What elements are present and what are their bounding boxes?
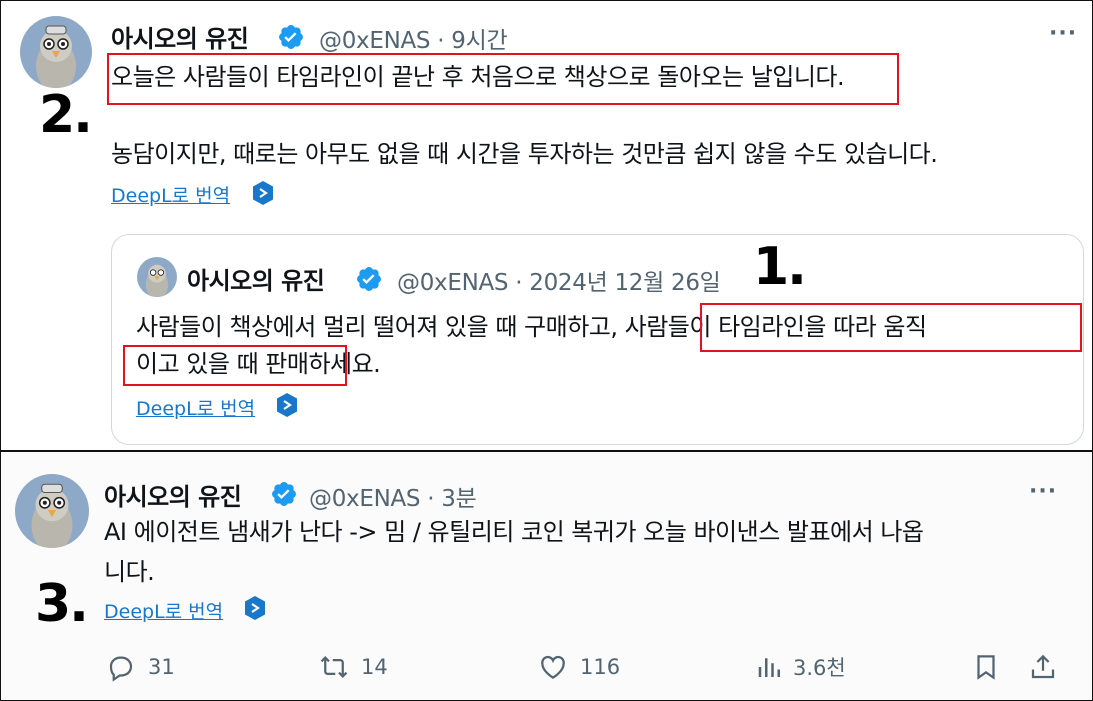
deepl-translate-link[interactable]: DeepL로 번역: [104, 597, 223, 624]
annotation-3: 3.: [35, 574, 89, 634]
highlight-box: [700, 303, 1082, 352]
avatar[interactable]: [20, 16, 92, 88]
reply-icon: [109, 656, 133, 682]
author-name[interactable]: 아시오의 유진: [111, 19, 249, 54]
deepl-translate-link[interactable]: DeepL로 번역: [136, 394, 255, 421]
reply-count: 31: [148, 655, 175, 679]
quoted-author-name[interactable]: 아시오의 유진: [187, 261, 325, 296]
share-icon: [1031, 654, 1055, 679]
handle-time[interactable]: @0xENAS · 9시간: [319, 21, 508, 55]
verified-badge-icon: [355, 265, 383, 297]
tweet-text-line-1: AI 에이전트 냄새가 난다 -> 밈 / 유틸리티 코인 복귀가 오늘 바이낸…: [104, 518, 924, 546]
like-icon: [541, 656, 565, 679]
verified-badge-icon: [277, 23, 305, 55]
tweet-text-line-2: 니다.: [104, 558, 155, 586]
avatar[interactable]: [15, 474, 89, 548]
tweet-panel-1: 아시오의 유진 @0xENAS · 9시간 ··· 오늘은 사람들이 타임라인이…: [0, 0, 1093, 451]
more-icon[interactable]: ···: [1029, 479, 1057, 504]
views-button[interactable]: 3.6천: [755, 652, 846, 682]
deepl-translate-link[interactable]: DeepL로 번역: [111, 181, 230, 208]
retweet-button[interactable]: 14: [319, 652, 388, 682]
quoted-handle-time[interactable]: @0xENAS · 2024년 12월 26일: [397, 263, 721, 297]
tweet-text-line-2: 농담이지만, 때로는 아무도 없을 때 시간을 투자하는 것만큼 쉽지 않을 수…: [111, 140, 938, 168]
share-button[interactable]: [1028, 652, 1058, 682]
retweet-count: 14: [361, 655, 388, 679]
like-count: 116: [580, 655, 621, 679]
more-icon[interactable]: ···: [1049, 21, 1077, 46]
pigeon-avatar-icon: [15, 474, 89, 548]
bookmark-button[interactable]: [971, 652, 1001, 682]
deepl-icon[interactable]: [275, 392, 299, 422]
deepl-icon[interactable]: [243, 595, 267, 625]
handle-time[interactable]: @0xENAS · 3분: [309, 479, 477, 513]
deepl-icon[interactable]: [251, 180, 275, 210]
highlight-box: [107, 53, 899, 105]
like-button[interactable]: 116: [538, 652, 620, 682]
pigeon-avatar-icon: [137, 257, 177, 297]
quoted-avatar[interactable]: [137, 257, 177, 297]
pigeon-avatar-icon: [20, 16, 92, 88]
tweet-panel-2: 아시오의 유진 @0xENAS · 3분 ··· AI 에이전트 냄새가 난다 …: [0, 451, 1093, 701]
reply-button[interactable]: 31: [106, 652, 175, 682]
verified-badge-icon: [270, 480, 298, 512]
retweet-icon: [320, 656, 348, 678]
annotation-2: 2.: [39, 85, 93, 145]
views-icon: [758, 658, 780, 677]
views-count: 3.6천: [793, 656, 846, 680]
bookmark-icon: [977, 655, 995, 680]
author-name[interactable]: 아시오의 유진: [104, 477, 242, 512]
annotation-1: 1.: [753, 237, 807, 297]
highlight-box: [123, 345, 347, 386]
